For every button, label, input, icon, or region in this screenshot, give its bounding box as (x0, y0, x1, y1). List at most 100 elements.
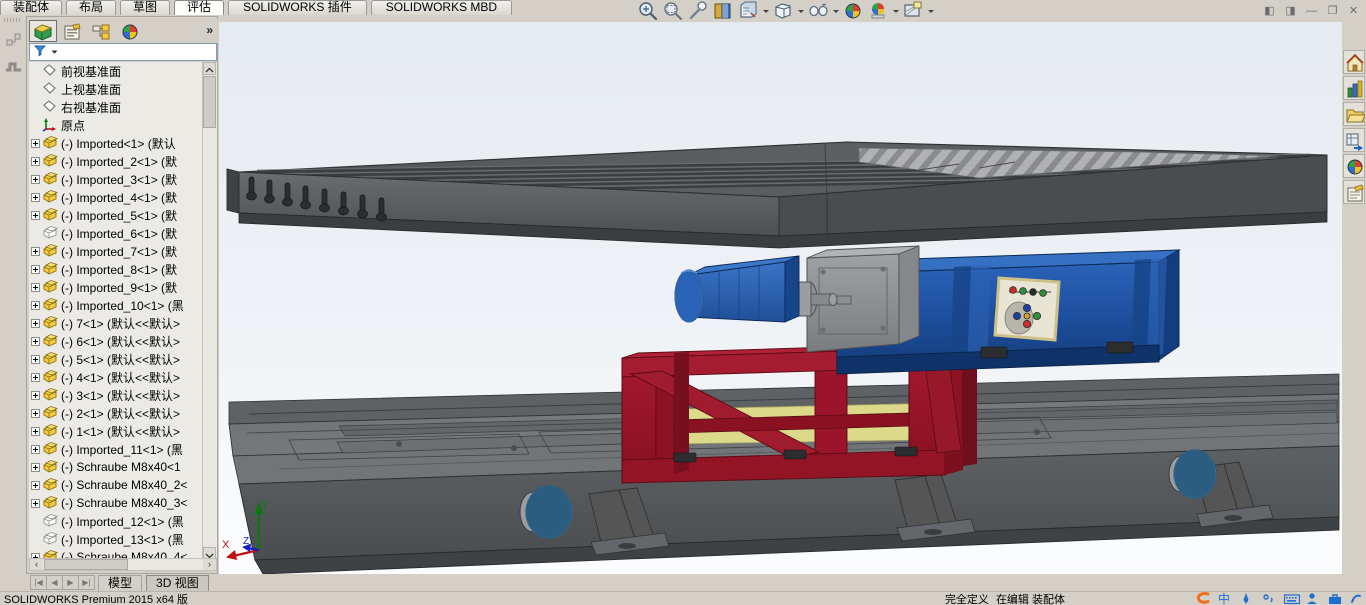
command-tab-1[interactable]: 布局 (66, 0, 117, 15)
feature-manager-design-tree-tab[interactable] (29, 20, 57, 42)
ime-user-icon[interactable] (1306, 592, 1320, 605)
restore-button[interactable]: ❐ (1324, 4, 1341, 19)
apply-scene-icon[interactable] (866, 0, 890, 22)
expand-icon[interactable] (31, 246, 40, 256)
display-style-dropdown-icon[interactable] (796, 0, 805, 22)
expand-icon[interactable] (31, 426, 40, 436)
tree-item[interactable]: (-) 2<1> (默认<<默认> (29, 404, 217, 422)
command-tab-3[interactable]: 评估 (174, 0, 225, 15)
tree-scroll-thumb[interactable] (203, 76, 216, 128)
display-manager-tab[interactable] (116, 20, 144, 42)
tree-item[interactable]: (-) 7<1> (默认<<默认> (29, 314, 217, 332)
ime-punctuation-icon[interactable] (1262, 592, 1276, 605)
tab-nav-3[interactable]: ▶| (78, 575, 95, 590)
view-palette-icon[interactable] (1343, 128, 1365, 152)
tree-item[interactable]: (-) Imported<1> (默认 (29, 134, 217, 152)
tree-item[interactable]: (-) Imported_2<1> (默 (29, 152, 217, 170)
bottom-tab-0[interactable]: 模型 (98, 574, 143, 591)
expand-icon[interactable] (31, 444, 40, 454)
command-tab-4[interactable]: SOLIDWORKS 插件 (228, 0, 367, 15)
tree-item[interactable]: (-) Imported_7<1> (默 (29, 242, 217, 260)
hide-show-items-icon[interactable] (806, 0, 830, 22)
tab-nav-0[interactable]: |◀ (30, 575, 47, 590)
tree-item[interactable]: (-) Imported_4<1> (默 (29, 188, 217, 206)
custom-properties-icon[interactable] (1343, 180, 1365, 204)
tree-item[interactable]: (-) Schraube M8x40_3< (29, 494, 217, 512)
edit-appearance-icon[interactable] (841, 0, 865, 22)
feature-tree-filter[interactable] (29, 43, 217, 61)
tree-item[interactable]: (-) Imported_13<1> (黑 (29, 530, 217, 548)
feature-manager-design-tree[interactable]: 前视基准面 上视基准面 右视基准面 原点 (-) Imported<1> (默认 (-) … (29, 62, 217, 560)
view-settings-dropdown-icon[interactable] (926, 0, 935, 22)
assembly-tree-icon[interactable] (4, 30, 24, 55)
expand-icon[interactable] (31, 156, 40, 166)
expand-icon[interactable] (31, 264, 40, 274)
bottom-tab-1[interactable]: 3D 视图 (146, 574, 209, 591)
tree-horizontal-scrollbar[interactable]: ‹ › (29, 558, 217, 571)
expand-icon[interactable] (31, 192, 40, 202)
property-manager-tab[interactable] (58, 20, 86, 42)
ime-chinese-icon[interactable]: 中 (1218, 591, 1232, 605)
tree-item[interactable]: (-) 4<1> (默认<<默认> (29, 368, 217, 386)
section-view-icon[interactable] (711, 0, 735, 22)
tree-item[interactable]: (-) Imported_10<1> (黑 (29, 296, 217, 314)
hide-show-items-dropdown-icon[interactable] (831, 0, 840, 22)
expand-icon[interactable] (31, 498, 40, 508)
expand-icon[interactable] (31, 390, 40, 400)
expand-icon[interactable] (31, 354, 40, 364)
feature-manager-overflow-icon[interactable]: » (206, 23, 213, 37)
tree-item[interactable]: 上视基准面 (29, 80, 217, 98)
ime-pen-icon[interactable] (1240, 592, 1254, 605)
command-tab-0[interactable]: 装配体 (0, 0, 63, 15)
zoom-in-out-icon[interactable] (686, 0, 710, 22)
tree-item[interactable]: (-) Imported_5<1> (默 (29, 206, 217, 224)
appearances-scenes-icon[interactable] (1343, 154, 1365, 178)
sogou-logo-icon[interactable] (1196, 591, 1210, 605)
tree-item[interactable]: (-) Imported_8<1> (默 (29, 260, 217, 278)
tree-item[interactable]: (-) 5<1> (默认<<默认> (29, 350, 217, 368)
expand-icon[interactable] (31, 138, 40, 148)
display-style-icon[interactable] (771, 0, 795, 22)
tree-item[interactable]: (-) Schraube M8x40<1 (29, 458, 217, 476)
zoom-to-fit-icon[interactable] (636, 0, 660, 22)
tree-item[interactable]: (-) 6<1> (默认<<默认> (29, 332, 217, 350)
tree-item[interactable]: (-) 3<1> (默认<<默认> (29, 386, 217, 404)
expand-icon[interactable] (31, 210, 40, 220)
tree-item[interactable]: (-) Imported_3<1> (默 (29, 170, 217, 188)
graphics-viewport[interactable]: X Y Z (219, 22, 1342, 574)
ime-menu-icon[interactable] (1350, 592, 1364, 605)
view-orientation-dropdown-icon[interactable] (761, 0, 770, 22)
expand-icon[interactable] (31, 336, 40, 346)
tree-hscroll-thumb[interactable] (44, 559, 128, 570)
pin-left-button[interactable]: ◧ (1261, 4, 1278, 19)
tree-item[interactable]: 右视基准面 (29, 98, 217, 116)
ime-keyboard-icon[interactable] (1283, 592, 1301, 605)
ime-toolbox-icon[interactable] (1328, 592, 1342, 605)
tree-item[interactable]: (-) 1<1> (默认<<默认> (29, 422, 217, 440)
scroll-right-icon[interactable]: › (203, 559, 216, 570)
command-tab-2[interactable]: 草图 (120, 0, 171, 15)
tree-item[interactable]: (-) Imported_12<1> (黑 (29, 512, 217, 530)
tab-nav-2[interactable]: ▶ (62, 575, 79, 590)
expand-icon[interactable] (31, 318, 40, 328)
expand-icon[interactable] (31, 282, 40, 292)
expand-icon[interactable] (31, 408, 40, 418)
tree-item[interactable]: (-) Imported_11<1> (黑 (29, 440, 217, 458)
view-orientation-icon[interactable] (736, 0, 760, 22)
step-signal-icon[interactable] (4, 58, 24, 79)
design-library-icon[interactable] (1343, 76, 1365, 100)
tab-nav-1[interactable]: ◀ (46, 575, 63, 590)
configuration-manager-tab[interactable] (87, 20, 115, 42)
apply-scene-dropdown-icon[interactable] (891, 0, 900, 22)
scroll-left-icon[interactable]: ‹ (30, 559, 43, 570)
expand-icon[interactable] (31, 300, 40, 310)
file-explorer-icon[interactable] (1343, 102, 1366, 126)
tree-item[interactable]: (-) Schraube M8x40_2< (29, 476, 217, 494)
expand-icon[interactable] (31, 174, 40, 184)
expand-icon[interactable] (31, 480, 40, 490)
zoom-to-area-icon[interactable] (661, 0, 685, 22)
tree-item[interactable]: (-) Imported_9<1> (默 (29, 278, 217, 296)
expand-icon[interactable] (31, 372, 40, 382)
tree-item[interactable]: (-) Imported_6<1> (默 (29, 224, 217, 242)
solidworks-resources-icon[interactable] (1343, 50, 1365, 74)
